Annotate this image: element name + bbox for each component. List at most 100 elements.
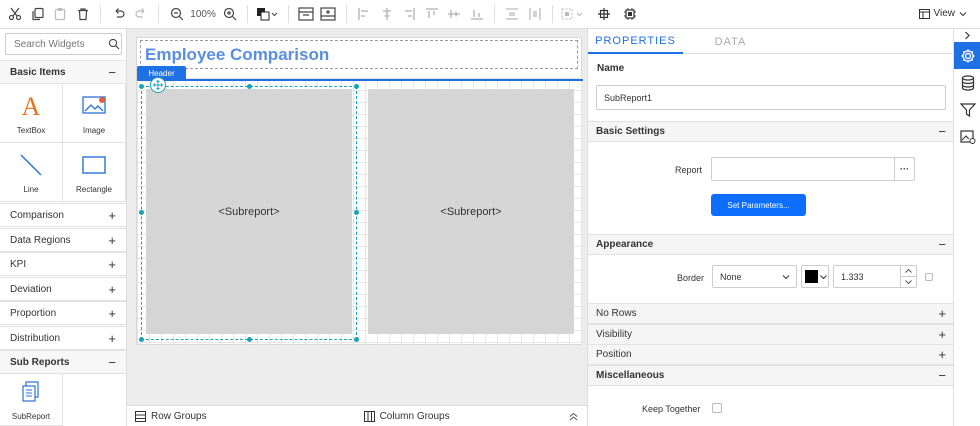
subreport-icon [21,378,41,406]
align-center-icon[interactable] [377,3,397,25]
properties-gear-icon[interactable] [954,42,980,69]
view-menu-button[interactable]: View [918,8,968,19]
resize-handle[interactable] [354,84,359,89]
spinner[interactable] [900,266,916,287]
report-browse-button[interactable]: ··· [894,157,915,181]
delete-icon[interactable] [73,3,93,25]
widget-rectangle[interactable]: Rectangle [63,143,126,202]
section-appearance[interactable]: Appearance − [588,234,954,255]
resize-handle[interactable] [354,337,359,342]
category-deviation[interactable]: Deviation + [0,277,126,301]
widget-image[interactable]: Image [63,84,126,143]
category-label: Sub Reports [10,356,70,368]
align-bottom-icon[interactable] [467,3,487,25]
pin-icon[interactable] [593,3,615,25]
distribute-horizontal-icon[interactable] [525,3,545,25]
resize-handle[interactable] [139,337,144,342]
tab-properties[interactable]: PROPERTIES [588,29,683,54]
align-middle-icon[interactable] [444,3,464,25]
resize-handle[interactable] [139,210,144,215]
column-groups-button[interactable]: Column Groups [380,411,450,422]
report-body[interactable]: Employee Comparison Header <Subreport> <… [136,37,583,346]
category-basic-items[interactable]: Basic Items − [0,60,126,84]
align-right-icon[interactable] [399,3,419,25]
widget-textbox[interactable]: A TextBox [0,84,63,143]
search-widgets-input[interactable] [5,33,122,55]
grouping-bar: Row Groups Column Groups [127,405,587,426]
filter-icon[interactable] [954,96,980,123]
arrange-dropdown-icon[interactable] [255,3,280,25]
widget-label: TextBox [16,125,46,135]
header-toggle-icon[interactable] [296,3,316,25]
spin-down-icon[interactable] [901,277,916,287]
border-color-picker[interactable] [801,265,829,288]
row-groups-icon [135,410,146,422]
align-top-icon[interactable] [422,3,442,25]
distribute-vertical-icon[interactable] [503,3,523,25]
zoom-out-icon[interactable] [167,3,187,25]
paste-icon[interactable] [51,3,71,25]
collapse-icon: − [108,354,116,370]
report-title: Employee Comparison [145,45,330,64]
widget-label: Image [82,125,106,135]
search-icon[interactable] [108,38,121,50]
size-dropdown-icon[interactable] [561,3,586,25]
grid-snap-icon[interactable] [619,3,641,25]
resize-handle[interactable] [247,337,252,342]
section-label: Appearance [596,239,654,250]
section-visibility[interactable]: Visibility + [588,324,954,345]
keep-together-checkbox[interactable] [712,403,722,413]
border-checkbox[interactable] [925,273,933,281]
category-distribution[interactable]: Distribution + [0,326,126,350]
category-kpi[interactable]: KPI + [0,252,126,276]
widget-subreport[interactable]: SubReport [0,374,63,426]
separator [246,5,248,23]
name-input[interactable] [596,85,946,110]
database-icon[interactable] [954,69,980,96]
expand-icon: + [108,330,116,346]
section-miscellaneous[interactable]: Miscellaneous − [588,365,954,386]
title-textbox[interactable]: Employee Comparison [140,40,578,69]
design-canvas[interactable]: Employee Comparison Header <Subreport> <… [127,29,587,405]
category-label: Data Regions [10,234,71,246]
footer-toggle-icon[interactable] [319,3,339,25]
align-left-icon[interactable] [354,3,374,25]
expand-up-icon[interactable] [569,412,578,421]
resize-handle[interactable] [139,84,144,89]
border-style-value: None [720,271,742,282]
report-input[interactable] [711,157,895,181]
section-label: Position [596,349,632,360]
category-data-regions[interactable]: Data Regions + [0,228,126,252]
category-proportion[interactable]: Proportion + [0,301,126,325]
widget-line[interactable]: Line [0,143,63,202]
section-position[interactable]: Position + [588,344,954,365]
category-sub-reports[interactable]: Sub Reports − [0,350,126,374]
spin-up-icon[interactable] [901,266,916,277]
zoom-in-icon[interactable] [220,3,240,25]
subreport-placeholder: <Subreport> [440,205,502,218]
border-style-select[interactable]: None [712,265,797,288]
name-label: Name [597,63,625,74]
svg-text:A: A [22,94,41,118]
resize-handle[interactable] [247,84,252,89]
chevron-right-icon[interactable] [954,29,980,42]
subreport-2[interactable]: <Subreport> [368,89,574,334]
image-settings-icon[interactable] [954,123,980,150]
section-basic-settings[interactable]: Basic Settings − [588,121,954,142]
row-groups-button[interactable]: Row Groups [151,411,207,422]
undo-icon[interactable] [109,3,129,25]
expand-icon: + [108,207,116,223]
tab-data[interactable]: DATA [683,29,778,54]
copy-icon[interactable] [28,3,48,25]
cut-icon[interactable] [6,3,26,25]
resize-handle[interactable] [354,210,359,215]
set-parameters-button[interactable]: Set Parameters... [711,194,806,216]
separator [552,5,554,23]
section-no-rows[interactable]: No Rows + [588,303,954,324]
border-width-input[interactable]: 1.333 [833,265,917,288]
redo-icon[interactable] [131,3,151,25]
keep-together-label: Keep Together [642,404,701,414]
move-handle-icon[interactable] [150,77,166,93]
category-comparison[interactable]: Comparison + [0,203,126,227]
zoom-level[interactable]: 100% [188,9,218,20]
